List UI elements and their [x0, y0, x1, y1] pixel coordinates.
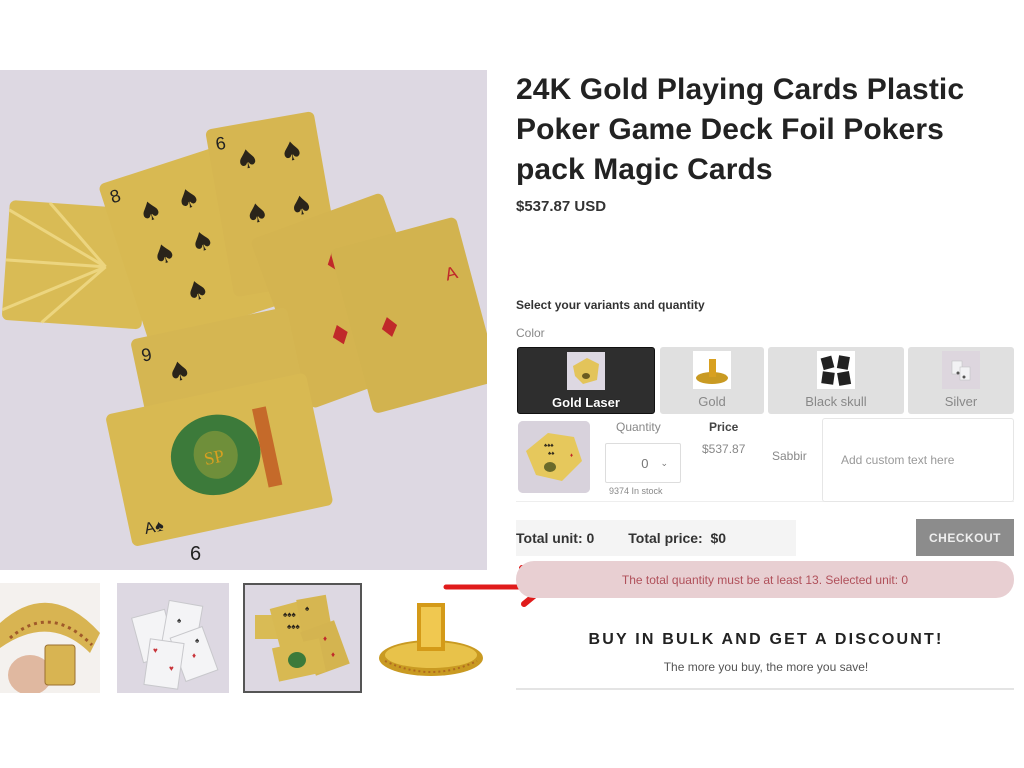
- seller-name: Sabbir: [772, 449, 807, 463]
- svg-text:♠♠♠: ♠♠♠: [283, 610, 297, 619]
- quantity-value: 0: [641, 455, 649, 471]
- quantity-header: Quantity: [616, 420, 661, 434]
- svg-text:♥: ♥: [169, 664, 174, 673]
- variants-heading: Select your variants and quantity: [516, 298, 705, 312]
- swatch-black-skull[interactable]: Black skull: [768, 347, 904, 414]
- variant-row: ♠♠♠ ♠♠ ♦ Quantity 0 ⌄ 9374 In stock Price …: [516, 416, 1014, 502]
- svg-text:♥: ♥: [153, 646, 158, 655]
- swatch-label: Gold Laser: [552, 395, 620, 410]
- variant-image: ♠♠♠ ♠♠ ♦: [518, 421, 590, 493]
- product-title: 24K Gold Playing Cards Plastic Poker Gam…: [516, 73, 965, 186]
- thumbnail-gold-cards-in-hand[interactable]: [0, 583, 100, 693]
- bulk-discount-title: BUY IN BULK AND GET A DISCOUNT!: [588, 631, 944, 648]
- price-header: Price: [709, 420, 739, 434]
- swatch-gold-laser[interactable]: Gold Laser: [517, 347, 655, 414]
- svg-text:♦: ♦: [323, 634, 327, 643]
- custom-text-input[interactable]: Add custom text here: [822, 418, 1014, 502]
- product-info: 24K Gold Playing Cards Plastic Poker Gam…: [516, 70, 1016, 215]
- gold-cards-illustration: 8 ♠♠♠ ♠♠♠ ♠♠ 6 ♠♠ ♠♠ ♦♦ ♦: [0, 70, 487, 570]
- swatch-label: Silver: [944, 394, 978, 409]
- svg-text:♦: ♦: [192, 651, 196, 660]
- variant-price: $537.87: [702, 442, 746, 456]
- color-label: Color: [516, 326, 545, 340]
- color-swatches: Gold Laser Gold Black skull Silver: [516, 347, 1014, 414]
- svg-text:♠♠♠: ♠♠♠: [544, 443, 554, 449]
- chevron-down-icon: ⌄: [660, 457, 668, 468]
- thumbnail-strip: ♥ ♦ ♥ ♠ ♠ ♠♠♠ ♠♠♠ ♠ ♦ ♦: [0, 583, 490, 693]
- black-skull-swatch-image: [817, 351, 855, 389]
- gold-fan-thumbnail-image: [0, 583, 100, 693]
- total-price: Total price: $0: [628, 530, 727, 546]
- svg-text:♠♠♠: ♠♠♠: [287, 622, 301, 631]
- svg-text:SP: SP: [202, 445, 226, 469]
- gold-laser-swatch-image: [567, 352, 605, 390]
- swatch-label: Black skull: [805, 394, 867, 409]
- quantity-select[interactable]: 0 ⌄: [605, 443, 681, 483]
- gold-swatch-image: [693, 351, 731, 389]
- svg-text:♦: ♦: [331, 650, 335, 659]
- total-unit: Total unit: 0: [516, 530, 595, 546]
- stock-count: 9374 In stock: [609, 486, 663, 496]
- thumbnail-silver-cards[interactable]: ♥ ♦ ♥ ♠ ♠: [117, 583, 229, 693]
- checkout-button[interactable]: CHECKOUT: [916, 519, 1014, 556]
- bulk-discount-subtitle: The more you buy, the more you save!: [663, 660, 869, 674]
- silver-swatch-image: [942, 351, 980, 389]
- silver-cards-thumbnail-image: ♥♦♥ ♠♠: [117, 583, 229, 693]
- gold-spread-thumbnail-image: ♠♠♠♠♠♠♠ ♦♦: [245, 585, 360, 691]
- svg-text:♦: ♦: [570, 453, 573, 459]
- svg-text:♠♠: ♠♠: [548, 451, 555, 457]
- totals-bar: Total unit: 0 Total price: $0: [516, 520, 796, 556]
- product-price: $537.87 USD: [516, 198, 607, 215]
- main-product-image[interactable]: 8 ♠♠♠ ♠♠♠ ♠♠ 6 ♠♠ ♠♠ ♦♦ ♦: [0, 70, 487, 570]
- swatch-gold[interactable]: Gold: [660, 347, 764, 414]
- minimum-quantity-error: The total quantity must be at least 13. …: [516, 561, 1014, 598]
- divider: [516, 688, 1014, 690]
- swatch-silver[interactable]: Silver: [908, 347, 1014, 414]
- thumbnail-gold-cards-spread-selected[interactable]: ♠♠♠ ♠♠♠ ♠ ♦ ♦: [243, 583, 362, 693]
- svg-text:6: 6: [190, 543, 201, 565]
- swatch-label: Gold: [698, 394, 726, 409]
